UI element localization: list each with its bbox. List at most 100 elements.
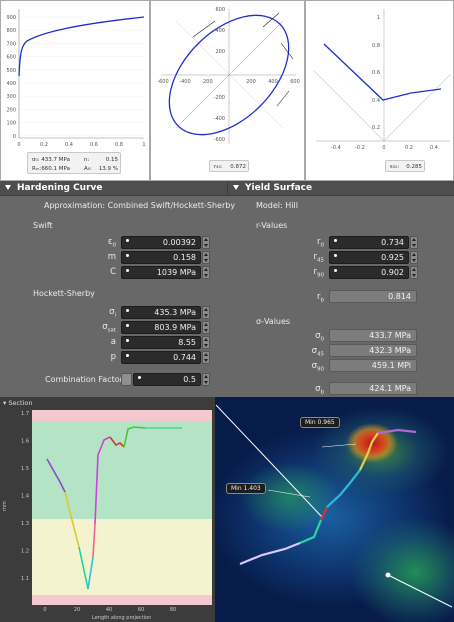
- forming-limit-chart: 1 0.8 0.6 0.4 0.2 -0.4 -0.2 0 0.2 0.4 ε₀₀: 0.285: [305, 0, 454, 181]
- tick-label: 0.6: [90, 142, 98, 148]
- c-spinner[interactable]: [202, 266, 210, 279]
- tick-label: 400: [6, 81, 16, 87]
- tick-label: 600: [6, 55, 16, 61]
- readout-value: 0.15: [105, 157, 118, 163]
- thickness-3d-view[interactable]: ▾ Section 1.7 1.6 1.5 1.4 1.3 1.2 1.1 0 20 40 60 8…: [0, 397, 454, 622]
- tick-label: 200: [6, 107, 16, 113]
- r0-label: r0: [317, 237, 324, 249]
- combination-toggle[interactable]: [121, 373, 132, 386]
- r90-field[interactable]: 0.902: [329, 266, 409, 279]
- sigma-sat-label: σsat: [102, 322, 116, 334]
- tick-label: -600: [157, 79, 168, 85]
- tick-label: 700: [6, 41, 16, 47]
- readout-value: 0.872: [230, 164, 246, 170]
- r90-spinner[interactable]: [410, 266, 418, 279]
- r90-label: r90: [313, 267, 325, 279]
- min-thickness-callout[interactable]: Min 1.403: [226, 483, 266, 494]
- approximation-label: Approximation: Combined Swift/Hockett-Sh…: [44, 201, 236, 210]
- hardening-curve-header[interactable]: Hardening Curve: [0, 181, 227, 196]
- m-spinner[interactable]: [202, 251, 210, 264]
- model-label: Model: Hill: [256, 201, 298, 210]
- projection-overlay: [215, 404, 453, 608]
- tick-label: -400: [214, 116, 225, 122]
- p-value: 0.744: [173, 353, 196, 362]
- readout-key: ε₀₀:: [390, 164, 400, 170]
- combination-factor-field[interactable]: 0.5: [133, 373, 201, 386]
- s45-readonly-field: 432.3 MPa: [329, 344, 417, 357]
- sigma-i-value: 435.3 MPa: [154, 308, 196, 317]
- s90-value: 459.1 MPi: [371, 361, 411, 370]
- eps0-spinner[interactable]: [202, 236, 210, 249]
- tick-label: 200: [246, 79, 256, 85]
- swift-section-label: Swift: [33, 221, 53, 230]
- sb-readonly-field: 424.1 MPa: [329, 382, 417, 395]
- s0-label: σ0: [315, 331, 324, 343]
- c-label: C: [110, 267, 116, 277]
- hardening-curve-line: [18, 16, 145, 77]
- hardening-readout: σ₀: 433.7 MPa n: 0.15 Rₘ: 660.1 MPa A₉: …: [27, 152, 121, 174]
- r0-value: 0.734: [381, 238, 404, 247]
- p-spinner[interactable]: [202, 351, 210, 364]
- r0-field[interactable]: 0.734: [329, 236, 409, 249]
- p-label: p: [110, 352, 116, 362]
- eps0-label: ε0: [107, 237, 116, 249]
- sigma-i-spinner[interactable]: [202, 306, 210, 319]
- tick-label: 0.8: [115, 142, 123, 148]
- r45-label: r45: [313, 252, 325, 264]
- sigma-i-field[interactable]: 435.3 MPa: [121, 306, 201, 319]
- tick-label: 0.4: [430, 145, 438, 151]
- r45-field[interactable]: 0.925: [329, 251, 409, 264]
- a-label: a: [110, 337, 116, 347]
- tick-label: 1: [142, 142, 145, 148]
- r45-spinner[interactable]: [410, 251, 418, 264]
- tick-label: 0.2: [372, 125, 380, 131]
- s0-value: 433.7 MPa: [369, 331, 411, 340]
- m-field[interactable]: 0.158: [121, 251, 201, 264]
- sb-value: 424.1 MPa: [369, 384, 411, 393]
- combination-factor-spinner[interactable]: [202, 373, 210, 386]
- hockett-sherby-label: Hockett-Sherby: [33, 289, 95, 298]
- hardening-curve-title: Hardening Curve: [17, 183, 103, 193]
- r90-value: 0.902: [381, 268, 404, 277]
- m-label: m: [107, 252, 116, 262]
- tick-label: 0.4: [372, 98, 380, 104]
- c-field[interactable]: 1039 MPa: [121, 266, 201, 279]
- sigma-sat-spinner[interactable]: [202, 321, 210, 334]
- rb-label: rb: [317, 292, 324, 304]
- a-spinner[interactable]: [202, 336, 210, 349]
- tick-label: 1: [377, 15, 380, 21]
- s90-readonly-field: 459.1 MPi: [329, 359, 417, 372]
- min-thickness-callout[interactable]: Min 0.965: [300, 417, 340, 428]
- eps0-value: 0.00392: [162, 238, 196, 247]
- r-values-label: r-Values: [256, 221, 288, 230]
- p-field[interactable]: 0.744: [121, 351, 201, 364]
- r0-spinner[interactable]: [410, 236, 418, 249]
- tick-label: 0.6: [372, 70, 380, 76]
- tick-label: 800: [6, 28, 16, 34]
- tick-label: 0.2: [405, 145, 413, 151]
- eps0-field[interactable]: 0.00392: [121, 236, 201, 249]
- rb-readonly-field: 0.814: [329, 290, 417, 303]
- s45-label: σ45: [311, 346, 324, 358]
- sigma-sat-field[interactable]: 803.9 MPa: [121, 321, 201, 334]
- collapse-triangle-icon[interactable]: [233, 184, 239, 190]
- tick-label: 0.2: [40, 142, 48, 148]
- sb-label: σb: [315, 384, 324, 396]
- sigma-sat-value: 803.9 MPa: [154, 323, 196, 332]
- a-field[interactable]: 8.55: [121, 336, 201, 349]
- s0-readonly-field: 433.7 MPa: [329, 329, 417, 342]
- yield-locus-ellipse: [168, 14, 290, 136]
- tick-label: 200: [215, 49, 225, 55]
- tick-label: 600: [290, 79, 300, 85]
- r45-readout: r₄₅: 0.872: [209, 160, 249, 172]
- yield-surface-header[interactable]: Yield Surface: [227, 181, 454, 196]
- tick-label: 400: [268, 79, 278, 85]
- tick-label: -400: [179, 79, 190, 85]
- forming-limit-line: [323, 43, 442, 101]
- m-value: 0.158: [173, 253, 196, 262]
- readout-value: 660.1 MPa: [41, 166, 70, 172]
- yield-locus-chart: 600 400 200 -200 -400 -600 -600 -400 -200 200 400…: [150, 0, 305, 181]
- collapse-triangle-icon[interactable]: [5, 184, 11, 190]
- app-window: 900 800 700 600 500 400 300 200 100 0 0 0.2 0.4 0.6 0…: [0, 0, 454, 622]
- material-properties-panel: Hardening Curve Yield Surface Approximat…: [0, 181, 454, 397]
